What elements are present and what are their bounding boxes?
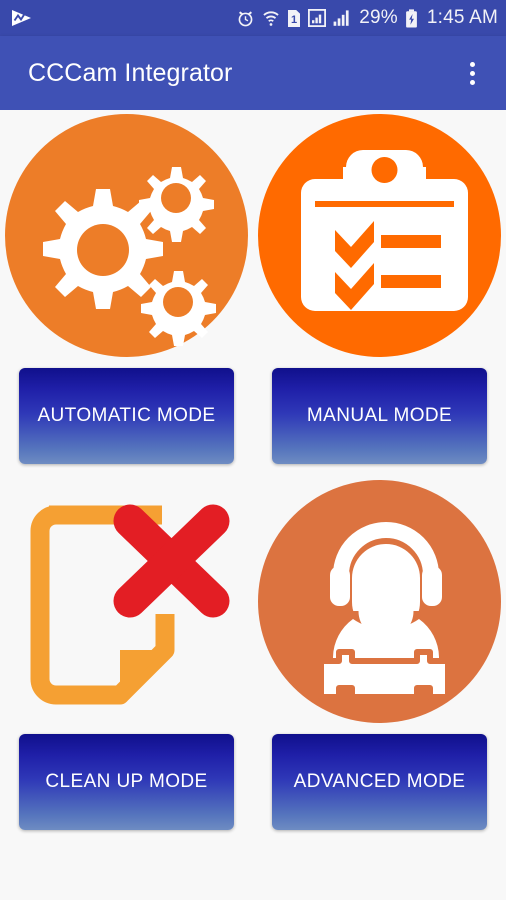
gears-icon bbox=[43, 166, 216, 346]
clean-up-mode-button[interactable]: CLEAN UP MODE bbox=[19, 734, 234, 830]
support-agent-wrench-icon bbox=[318, 521, 451, 700]
overflow-dot bbox=[469, 79, 475, 85]
media-play-notification-icon bbox=[12, 10, 31, 26]
manual-mode-button[interactable]: MANUAL MODE bbox=[272, 368, 487, 464]
clean-up-mode-artwork[interactable] bbox=[0, 476, 253, 724]
manual-mode-artwork[interactable] bbox=[253, 110, 506, 358]
mobile-signal-boxed-icon bbox=[308, 9, 327, 27]
tile-manual-mode: MANUAL MODE bbox=[253, 110, 506, 464]
alarm-clock-icon bbox=[238, 10, 253, 26]
automatic-mode-artwork[interactable] bbox=[0, 110, 253, 358]
clock: 1:45 AM bbox=[426, 7, 498, 28]
overflow-dot bbox=[469, 70, 475, 76]
tile-advanced-mode: ADVANCED MODE bbox=[253, 476, 506, 830]
overflow-menu-icon[interactable] bbox=[452, 45, 492, 101]
app-screen: 1 29% 1:45 AM CCCam Integrator AUTOMATIC… bbox=[0, 0, 506, 900]
document-delete-icon bbox=[30, 504, 230, 704]
app-bar: CCCam Integrator bbox=[0, 36, 506, 110]
clipboard-checklist-icon bbox=[301, 149, 468, 311]
advanced-mode-button[interactable]: ADVANCED MODE bbox=[272, 734, 487, 830]
wifi-icon bbox=[263, 10, 279, 26]
battery-percentage: 29% bbox=[359, 7, 398, 28]
battery-charging-icon bbox=[405, 8, 417, 28]
page-title: CCCam Integrator bbox=[28, 58, 233, 87]
sim-card-1-icon: 1 bbox=[288, 9, 301, 27]
mobile-signal-icon bbox=[333, 10, 349, 26]
tile-automatic-mode: AUTOMATIC MODE bbox=[0, 110, 253, 464]
automatic-mode-button[interactable]: AUTOMATIC MODE bbox=[19, 368, 234, 464]
tile-clean-up-mode: CLEAN UP MODE bbox=[0, 476, 253, 830]
mode-grid: AUTOMATIC MODE MANUAL MODE CLEAN UP MODE… bbox=[0, 110, 506, 900]
status-bar: 1 29% 1:45 AM bbox=[0, 0, 506, 36]
svg-text:1: 1 bbox=[291, 14, 297, 26]
status-bar-indicators: 1 29% 1:45 AM bbox=[236, 7, 498, 29]
advanced-mode-artwork[interactable] bbox=[253, 476, 506, 724]
overflow-dot bbox=[469, 61, 475, 67]
status-bar-notifications bbox=[10, 8, 34, 28]
